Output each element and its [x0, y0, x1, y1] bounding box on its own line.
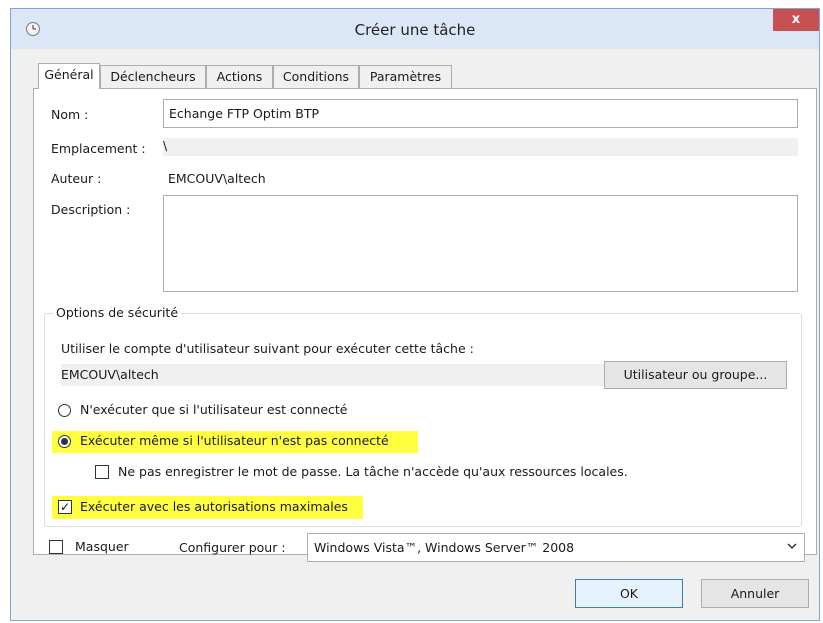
- tab-general[interactable]: Général: [38, 63, 100, 89]
- tab-triggers[interactable]: Déclencheurs: [100, 65, 206, 88]
- dialog-title: Créer une tâche: [354, 21, 476, 39]
- cancel-button[interactable]: Annuler: [701, 579, 809, 608]
- configure-for-label: Configurer pour :: [179, 540, 286, 555]
- highest-privileges-label: Exécuter avec les autorisations maximale…: [80, 499, 348, 514]
- location-value: \: [163, 138, 168, 153]
- close-button[interactable]: x: [773, 9, 819, 31]
- user-or-group-button[interactable]: Utilisateur ou groupe...: [604, 361, 787, 389]
- location-field: \: [163, 138, 798, 156]
- name-label: Nom :: [51, 107, 89, 122]
- author-value: EMCOUV\altech: [168, 171, 266, 186]
- hidden-label: Masquer: [75, 539, 129, 554]
- title-bar[interactable]: Créer une tâche x: [11, 9, 819, 49]
- highest-privileges-checkbox[interactable]: ✓: [58, 500, 72, 514]
- location-label: Emplacement :: [51, 141, 146, 156]
- description-label: Description :: [51, 202, 131, 217]
- account-value: EMCOUV\altech: [61, 367, 159, 382]
- account-prompt: Utiliser le compte d'utilisateur suivant…: [61, 341, 474, 356]
- security-options-group: Options de sécurité Utiliser le compte d…: [44, 305, 802, 527]
- security-group-title: Options de sécurité: [53, 305, 182, 320]
- tab-actions[interactable]: Actions: [206, 65, 273, 88]
- chevron-down-icon: [787, 543, 797, 550]
- tab-settings[interactable]: Paramètres: [359, 65, 452, 88]
- tab-conditions[interactable]: Conditions: [273, 65, 359, 88]
- run-only-logged-on-label: N'exécuter que si l'utilisateur est conn…: [80, 402, 348, 417]
- ok-button[interactable]: OK: [575, 579, 683, 608]
- do-not-store-password-checkbox[interactable]: [95, 465, 109, 479]
- account-field: EMCOUV\altech: [61, 364, 606, 386]
- create-task-dialog: Créer une tâche x Général Déclencheurs A…: [10, 8, 820, 621]
- hidden-checkbox[interactable]: [49, 540, 63, 554]
- description-textarea[interactable]: [163, 195, 798, 292]
- name-input[interactable]: Echange FTP Optim BTP: [163, 99, 798, 128]
- general-tab-panel: Nom : Echange FTP Optim BTP Emplacement …: [33, 88, 817, 555]
- run-only-logged-on-radio[interactable]: [58, 404, 71, 417]
- configure-for-select[interactable]: Windows Vista™, Windows Server™ 2008: [307, 533, 805, 562]
- run-whether-logged-on-radio[interactable]: [58, 435, 71, 448]
- run-whether-logged-on-label: Exécuter même si l'utilisateur n'est pas…: [80, 433, 389, 448]
- name-input-value: Echange FTP Optim BTP: [169, 106, 320, 121]
- do-not-store-password-label: Ne pas enregistrer le mot de passe. La t…: [118, 464, 628, 479]
- dialog-body: Général Déclencheurs Actions Conditions …: [11, 49, 819, 620]
- author-label: Auteur :: [51, 171, 102, 186]
- configure-for-value: Windows Vista™, Windows Server™ 2008: [314, 540, 575, 555]
